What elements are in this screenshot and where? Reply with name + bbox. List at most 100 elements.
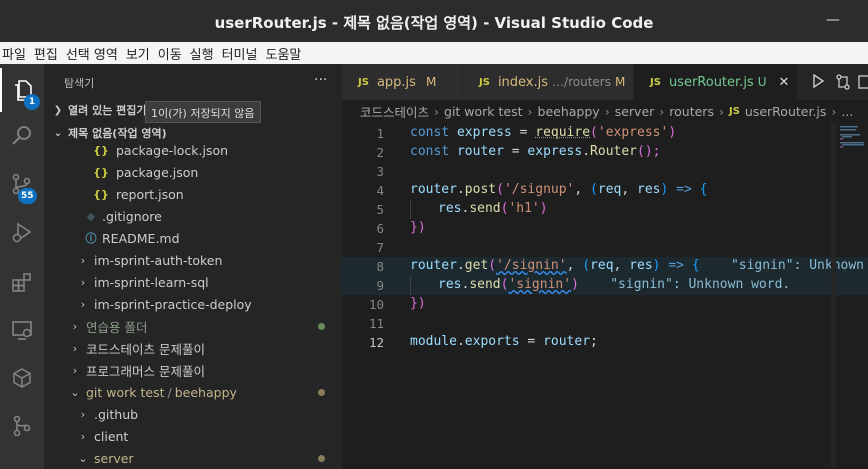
tree-item-gitignore[interactable]: ◆ .gitignore <box>44 205 342 227</box>
code-text: const router = express.Router(); <box>410 144 661 159</box>
menu-go[interactable]: 이동 <box>156 44 188 63</box>
search-button[interactable] <box>0 114 44 158</box>
remote-explorer-button[interactable] <box>0 308 44 352</box>
breadcrumb-separator: › <box>718 103 724 119</box>
open-editors-label: 열려 있는 편집기 <box>68 104 147 117</box>
chevron-right-icon: › <box>80 407 86 421</box>
tree-folder-auth-token[interactable]: › im-sprint-auth-token <box>44 249 342 271</box>
code-text: module.exports = router; <box>410 334 598 349</box>
chevron-right-icon: › <box>80 297 86 311</box>
extensions-button[interactable] <box>0 260 44 304</box>
line-number: 12 <box>368 335 384 350</box>
js-file-icon: JS <box>728 105 740 117</box>
tab-app-js[interactable]: JS app.js M <box>342 64 462 100</box>
tab-userrouter-js[interactable]: JS userRouter.js U ✕ <box>634 64 797 100</box>
extensions-icon <box>12 273 31 292</box>
path-separator: / <box>167 384 172 400</box>
breadcrumb-item[interactable]: ... <box>841 104 853 119</box>
minimize-button[interactable]: — <box>826 13 840 27</box>
breadcrumb-item[interactable]: git work test <box>444 104 523 119</box>
tree-item-label: client <box>94 428 129 444</box>
line-number: 7 <box>376 240 384 255</box>
menu-help[interactable]: 도움말 <box>263 44 307 63</box>
chevron-down-icon: ⌄ <box>70 385 80 399</box>
tree-item-label: report.json <box>116 186 184 202</box>
code-line: 5 res.send('h1') <box>342 200 868 219</box>
tab-status: M <box>425 75 437 89</box>
tree-folder-client[interactable]: › client <box>44 425 342 447</box>
code-line: 1 const express = require('express') <box>342 124 868 143</box>
tab-label: userRouter.js <box>668 74 754 90</box>
tree-item-label: server <box>94 450 134 466</box>
tree-item-label: package-lock.json <box>116 142 229 158</box>
run-debug-button[interactable] <box>0 210 44 254</box>
tab-label: app.js <box>376 74 416 90</box>
breadcrumb-separator: › <box>659 103 665 119</box>
run-file-button[interactable] <box>811 73 825 92</box>
unsaved-tooltip: 1이(가) 저장되지 않음 <box>145 101 261 123</box>
tree-folder-learn-sql[interactable]: › im-sprint-learn-sql <box>44 271 342 293</box>
breadcrumb-item[interactable]: 코드스테이츠 <box>360 102 429 121</box>
line-number: 4 <box>376 183 384 198</box>
tab-path: …/routers <box>552 75 611 89</box>
git-graph-button[interactable] <box>0 404 44 448</box>
tab-index-js[interactable]: JS index.js …/routers M <box>463 64 633 100</box>
tree-folder-programmers[interactable]: › 프로그래머스 문제풀이 <box>44 359 342 381</box>
breadcrumb-separator: › <box>604 103 610 119</box>
line-number: 3 <box>376 164 384 179</box>
tree-item-package-json[interactable]: {} package.json <box>44 161 342 183</box>
menu-bar: 파일 편집 선택 영역 보기 이동 실행 터미널 도움말 <box>0 42 868 64</box>
explorer-badge: 1 <box>24 94 40 110</box>
breadcrumb-item[interactable]: server <box>615 104 655 119</box>
tree-item-readme[interactable]: ⓘ README.md <box>44 227 342 249</box>
compare-changes-button[interactable] <box>835 74 851 94</box>
menu-terminal[interactable]: 터미널 <box>220 44 264 63</box>
activity-bar: 1 55 <box>0 64 44 469</box>
code-text: res.send('signin') "signin": Unknown wor… <box>438 277 791 292</box>
line-number: 6 <box>376 221 384 236</box>
source-control-button[interactable]: 55 <box>0 162 44 206</box>
js-file-icon: JS <box>479 76 490 88</box>
tree-folder-server[interactable]: ⌄ server <box>44 447 342 469</box>
tab-label: index.js <box>497 74 549 90</box>
json-icon: {} <box>93 187 109 201</box>
more-actions-button[interactable]: ··· <box>314 72 327 88</box>
tree-item-label: .github <box>94 406 139 422</box>
extension-panel-button[interactable] <box>0 356 44 400</box>
breadcrumb-item[interactable]: beehappy <box>538 104 600 119</box>
breadcrumb-separator: › <box>527 103 533 119</box>
more-editor-actions-button[interactable] <box>858 74 868 94</box>
tree-folder-codestates[interactable]: › 코드스테이츠 문제풀이 <box>44 337 342 359</box>
code-editor[interactable]: 1 const express = require('express') 2 c… <box>342 122 868 469</box>
js-file-icon: JS <box>358 76 369 88</box>
tree-item-package-lock[interactable]: {} package-lock.json <box>44 139 342 161</box>
code-text: }) <box>410 296 426 311</box>
tree-folder-github[interactable]: › .github <box>44 403 342 425</box>
explorer-button[interactable]: 1 <box>0 68 44 112</box>
menu-run[interactable]: 실행 <box>188 44 220 63</box>
tree-item-report-json[interactable]: {} report.json <box>44 183 342 205</box>
breadcrumb-separator: › <box>831 103 837 119</box>
tree-folder-practice-deploy[interactable]: › im-sprint-practice-deploy <box>44 293 342 315</box>
tree-folder-practice[interactable]: › 연습용 폴더 <box>44 315 342 337</box>
breadcrumb-item[interactable]: routers <box>669 104 714 119</box>
indent-guide <box>410 276 411 295</box>
minimap[interactable] <box>838 122 868 469</box>
tree-item-label: 연습용 폴더 <box>86 319 148 335</box>
line-number: 10 <box>368 297 384 312</box>
vertical-scrollbar[interactable] <box>831 122 836 469</box>
chevron-right-icon: › <box>72 341 78 355</box>
menu-selection[interactable]: 선택 영역 <box>64 44 124 63</box>
tree-folder-git-work-test[interactable]: ⌄ git work test / beehappy <box>44 381 342 403</box>
breadcrumb-item[interactable]: userRouter.js <box>745 104 827 119</box>
menu-edit[interactable]: 편집 <box>32 44 64 63</box>
close-icon[interactable]: ✕ <box>779 75 790 90</box>
chevron-down-icon: ⌄ <box>53 127 63 139</box>
code-text: const express = require('express') <box>410 125 677 140</box>
chevron-right-icon: ❯ <box>53 104 63 116</box>
tree-item-label: im-sprint-auth-token <box>94 252 223 268</box>
code-line: 7 <box>342 238 868 257</box>
menu-file[interactable]: 파일 <box>0 44 32 63</box>
menu-view[interactable]: 보기 <box>124 44 156 63</box>
play-icon <box>813 73 825 89</box>
